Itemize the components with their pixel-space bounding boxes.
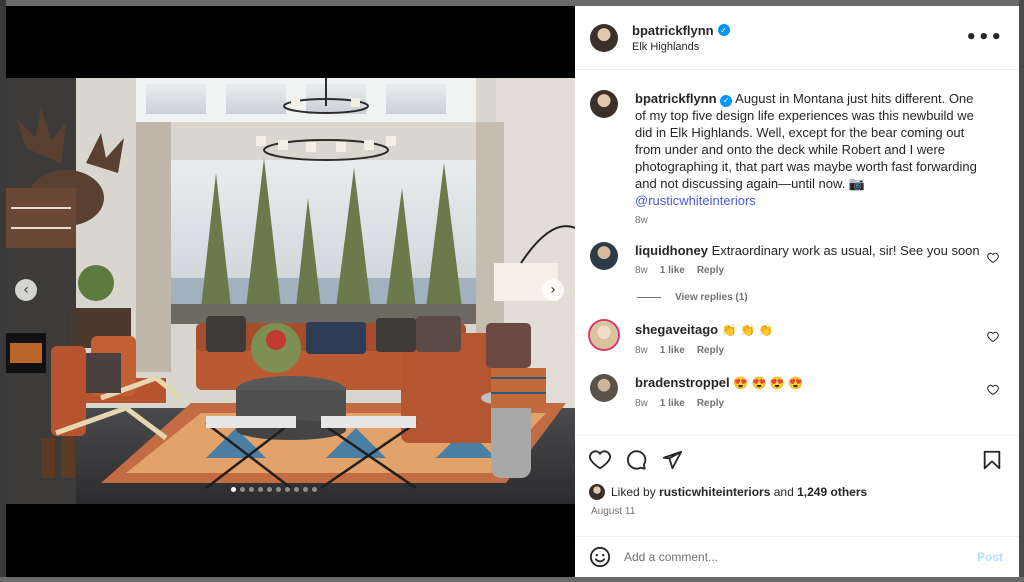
post-modal: ‹ › bpatrickflynn ✓ Elk Highlands ••• bp…: [6, 6, 1019, 577]
heart-icon[interactable]: [987, 252, 999, 264]
like-heart-icon[interactable]: [589, 449, 611, 471]
reply-button[interactable]: Reply: [697, 398, 724, 409]
avatar[interactable]: [590, 23, 618, 52]
carousel-dot: [285, 487, 290, 492]
share-send-icon[interactable]: [661, 449, 683, 471]
comment-age: 8w: [635, 265, 648, 276]
comment-icon[interactable]: [625, 449, 647, 471]
post-actions: Liked by rusticwhiteinteriors and 1,249 …: [575, 435, 1019, 535]
view-replies-button[interactable]: View replies (1): [637, 292, 1003, 303]
comment-row: liquidhoney Extraordinary work as usual,…: [590, 242, 1003, 276]
avatar: [589, 484, 605, 500]
view-replies-label: View replies (1): [675, 292, 748, 303]
verified-badge-icon: ✓: [720, 94, 733, 107]
divider: [637, 297, 661, 298]
post-side-panel: bpatrickflynn ✓ Elk Highlands ••• bpatri…: [575, 6, 1019, 577]
carousel-dot: [249, 487, 254, 492]
comment-username[interactable]: bradenstroppel: [635, 375, 730, 390]
liked-by-user[interactable]: rusticwhiteinteriors: [659, 485, 770, 499]
header-text: bpatrickflynn ✓ Elk Highlands: [632, 23, 965, 53]
add-comment-bar: Add a comment... Post: [575, 536, 1019, 577]
comment-row: bradenstroppel 😍 😍 😍 😍 8w 1 like Reply: [590, 374, 1003, 409]
comment-age: 8w: [635, 398, 648, 409]
chevron-left-icon: ‹: [23, 282, 29, 298]
post-location[interactable]: Elk Highlands: [632, 41, 965, 53]
heart-icon[interactable]: [987, 384, 999, 396]
chevron-right-icon: ›: [550, 282, 556, 298]
backdrop-bottom: [0, 577, 1024, 582]
heart-icon[interactable]: [987, 331, 999, 343]
heart-eyes-emoji: 😍 😍 😍 😍: [733, 376, 804, 390]
carousel-dot: [276, 487, 281, 492]
likes-prefix: Liked by: [611, 485, 656, 499]
caption-mention[interactable]: @rusticwhiteinteriors: [635, 193, 756, 208]
clapping-emoji: 👏 👏 👏: [721, 323, 774, 337]
likes-others[interactable]: 1,249 others: [797, 485, 867, 499]
avatar[interactable]: [590, 374, 618, 402]
caption-username[interactable]: bpatrickflynn: [635, 91, 717, 106]
comments-list: bpatrickflynn ✓ August in Montana just h…: [575, 71, 1019, 435]
living-room-photo: [6, 78, 575, 504]
comment-age: 8w: [635, 345, 648, 356]
likes-summary: Liked by rusticwhiteinteriors and 1,249 …: [589, 484, 1003, 500]
caption-text: August in Montana just hits different. O…: [635, 91, 977, 191]
comment-likes[interactable]: 1 like: [660, 345, 685, 356]
comment-likes[interactable]: 1 like: [660, 398, 685, 409]
comment-input[interactable]: Add a comment...: [624, 550, 977, 564]
comment-row: shegaveitago 👏 👏 👏 8w 1 like Reply: [590, 321, 1003, 356]
carousel-dot: [267, 487, 272, 492]
carousel-dot: [312, 487, 317, 492]
reply-button[interactable]: Reply: [697, 345, 724, 356]
comment-username[interactable]: liquidhoney: [635, 243, 708, 258]
post-header: bpatrickflynn ✓ Elk Highlands •••: [575, 6, 1019, 70]
reply-button[interactable]: Reply: [697, 265, 724, 276]
caption-age: 8w: [635, 215, 648, 226]
comment-username[interactable]: shegaveitago: [635, 322, 718, 337]
carousel-dot: [240, 487, 245, 492]
more-horizontal-icon[interactable]: •••: [965, 27, 1003, 48]
avatar[interactable]: [590, 242, 618, 270]
post-comment-button[interactable]: Post: [977, 550, 1003, 564]
carousel-dot: [303, 487, 308, 492]
post-photo[interactable]: [6, 78, 575, 504]
caption: bpatrickflynn ✓ August in Montana just h…: [590, 90, 1003, 226]
carousel-dot: [294, 487, 299, 492]
carousel-dot: [231, 487, 236, 492]
carousel-dot: [258, 487, 263, 492]
post-username[interactable]: bpatrickflynn: [632, 23, 714, 38]
backdrop-right: [1019, 0, 1024, 582]
carousel-next-button[interactable]: ›: [542, 279, 564, 301]
likes-middle: and: [773, 485, 794, 499]
bookmark-icon[interactable]: [981, 449, 1003, 471]
comment-text: Extraordinary work as usual, sir! See yo…: [711, 243, 980, 258]
comment-likes[interactable]: 1 like: [660, 265, 685, 276]
emoji-smile-icon[interactable]: [589, 546, 611, 568]
post-date: August 11: [591, 506, 636, 517]
carousel-dots: [231, 487, 317, 492]
avatar[interactable]: [590, 321, 618, 349]
post-media: ‹ ›: [6, 6, 575, 577]
avatar[interactable]: [590, 90, 618, 118]
carousel-prev-button[interactable]: ‹: [15, 279, 37, 301]
verified-badge-icon: ✓: [717, 24, 730, 36]
